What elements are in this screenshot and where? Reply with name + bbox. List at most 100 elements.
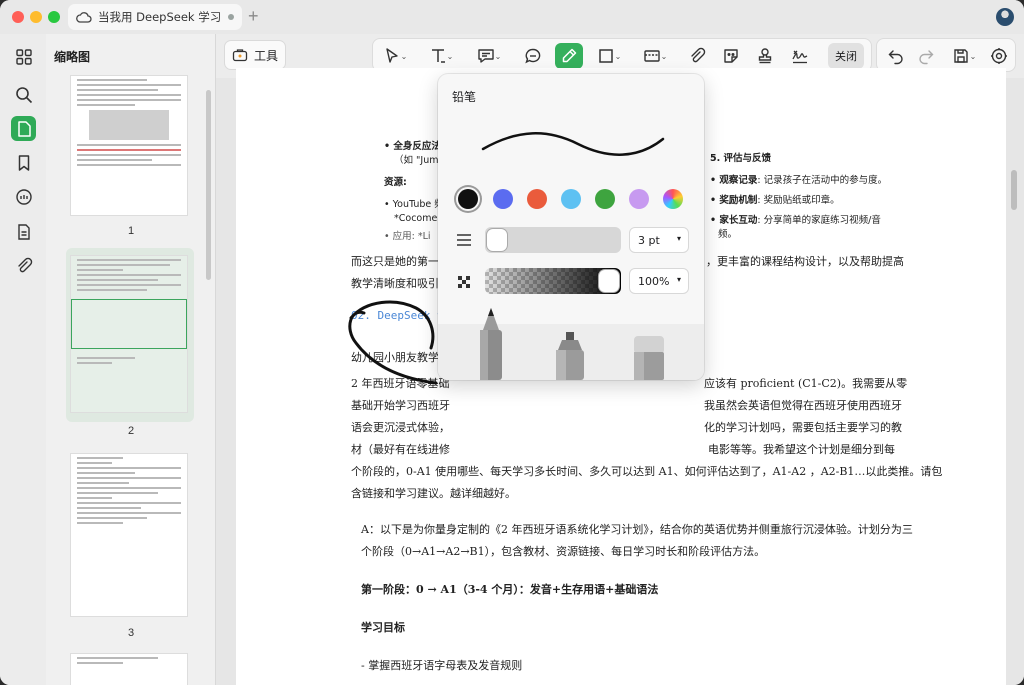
pencil-tool-button[interactable] — [555, 43, 583, 69]
redo-icon — [919, 50, 934, 65]
document-tab[interactable]: 当我用 DeepSeek 学习 — [68, 4, 242, 30]
opacity-icon — [458, 276, 470, 288]
area-tool-button[interactable]: ⌄ — [635, 43, 675, 69]
doc-text-line: 而这只是她的第一次 — [351, 255, 450, 268]
doc-text-line: 电影等等。我希望这个计划是细分到每 — [708, 443, 895, 456]
chevron-down-icon: ⌄ — [494, 51, 502, 61]
pencil-icon[interactable] — [478, 306, 504, 380]
chevron-down-icon: ⌄ — [614, 51, 622, 61]
thickness-select[interactable]: 3 pt ▾ — [629, 227, 689, 253]
redo-button[interactable] — [913, 43, 939, 69]
area-icon — [643, 50, 660, 62]
tools-button[interactable]: 工具 — [224, 40, 286, 70]
comment-tool-button[interactable] — [519, 43, 547, 69]
color-swatch-green[interactable] — [595, 189, 615, 209]
cloud-icon — [76, 12, 92, 23]
color-swatch-orange[interactable] — [527, 189, 547, 209]
speech-bubble-icon — [525, 48, 541, 64]
eraser-icon[interactable] — [632, 334, 666, 380]
stamp-tool-button[interactable] — [751, 43, 779, 69]
chevron-down-icon: ⌄ — [400, 51, 408, 61]
bookmark-icon[interactable] — [13, 152, 35, 174]
signature-tool-button[interactable] — [785, 43, 815, 69]
doc-text-line: 含链接和学习建议。越详细越好。 — [351, 487, 516, 500]
opacity-select[interactable]: 100% ▾ — [629, 268, 689, 294]
pen-tray — [438, 308, 704, 380]
doc-text-line: • 观察记录: 记录孩子在活动中的参与度。 — [710, 175, 888, 186]
thickness-icon — [457, 234, 471, 246]
doc-text-line: 个阶段（0→A1→A2→B1），包含教材、资源链接、每日学习时长和阶段评估方法。 — [361, 545, 766, 558]
thumbnail-page-number: 3 — [127, 627, 135, 639]
save-button[interactable]: ⌄ — [947, 43, 981, 69]
document-icon[interactable] — [11, 116, 36, 141]
left-icon-bar — [0, 34, 46, 685]
text-tool-button[interactable]: ⌄ — [423, 43, 459, 69]
shape-tool-button[interactable]: ⌄ — [591, 43, 627, 69]
unsaved-dot-icon — [228, 14, 234, 20]
doc-text-line: 个阶段的，0-A1 使用哪些、每天学习多长时间、多久可以达到 A1、如何评估达到… — [351, 465, 943, 478]
doc-text-line: • 家长互动: 分享简单的家庭练习视频/音 — [710, 215, 881, 226]
sticker-icon — [724, 49, 738, 63]
color-swatch-purple[interactable] — [629, 189, 649, 209]
doc-text-line: 应该有 proficient (C1-C2)。我需要从零 — [704, 377, 908, 390]
thickness-slider[interactable] — [485, 227, 621, 253]
chevron-down-icon: ⌄ — [660, 51, 668, 61]
doc-text-line: - 掌握西班牙语字母表及发音规则 — [361, 659, 523, 672]
opacity-slider-knob[interactable] — [599, 270, 619, 292]
undo-button[interactable] — [883, 43, 909, 69]
doc-heading: 第一阶段：0 → A1（3-4 个月）：发音+生存用语+基础语法 — [361, 583, 659, 596]
right-toolbar: ⌄ — [876, 38, 1016, 72]
ai-assistant-button[interactable] — [985, 43, 1013, 69]
save-icon — [953, 49, 968, 63]
stroke-preview — [481, 132, 665, 156]
comment-icon[interactable] — [13, 186, 35, 208]
avatar[interactable] — [996, 8, 1014, 26]
new-tab-button[interactable]: + — [248, 6, 259, 26]
doc-text-line: 材（最好有在线进修 — [351, 443, 450, 456]
grid-icon[interactable] — [13, 46, 35, 68]
color-picker-icon[interactable] — [663, 189, 683, 209]
color-swatch-light-blue[interactable] — [561, 189, 581, 209]
minimize-window-button[interactable] — [30, 11, 42, 23]
thumbnail-page-2[interactable] — [71, 256, 187, 412]
paperclip-icon — [691, 47, 706, 63]
stamp-icon — [758, 48, 772, 64]
attach-tool-button[interactable] — [683, 43, 711, 69]
sticker-tool-button[interactable] — [717, 43, 745, 69]
document-scrollbar[interactable] — [1011, 170, 1017, 210]
toolbox-icon — [232, 49, 248, 62]
attachment-icon[interactable] — [13, 255, 35, 277]
doc-heading: 5. 评估与反馈 — [710, 153, 772, 164]
text-icon — [431, 49, 445, 63]
app-window: 当我用 DeepSeek 学习 + 缩略图 1 2 3 工具 ⌄ ⌄ ⌄ ⌄ ⌄… — [0, 0, 1024, 685]
close-window-button[interactable] — [12, 11, 24, 23]
thumbnail-panel: 缩略图 1 2 3 — [46, 34, 216, 685]
thumbnail-page-number: 1 — [127, 225, 135, 237]
select-tool-button[interactable]: ⌄ — [377, 43, 413, 69]
note-tool-button[interactable]: ⌄ — [469, 43, 509, 69]
doc-text-line: 化的学习计划吗，需要包括主要学习的教 — [704, 421, 902, 434]
chevron-down-icon: ⌄ — [446, 51, 454, 61]
chevron-down-icon: ⌄ — [969, 51, 977, 61]
doc-text-line: • 奖励机制: 奖励贴纸或印章。 — [710, 195, 840, 206]
doc-text-line: 我虽然会英语但觉得在西班牙使用西班牙 — [704, 399, 902, 412]
color-swatch-black[interactable] — [458, 189, 478, 209]
thickness-slider-knob[interactable] — [487, 229, 507, 251]
thumbnail-page-1[interactable] — [71, 76, 187, 215]
close-annotation-button[interactable]: 关闭 — [828, 43, 864, 69]
opacity-slider[interactable] — [485, 268, 621, 294]
search-icon[interactable] — [13, 84, 35, 106]
thumbnail-page-4[interactable] — [71, 654, 187, 685]
color-swatch-blue[interactable] — [493, 189, 513, 209]
maximize-window-button[interactable] — [48, 11, 60, 23]
doc-text-line: • 应用: *Li — [384, 231, 431, 242]
undo-icon — [888, 50, 903, 65]
thumbnail-page-3[interactable] — [71, 454, 187, 616]
page-icon[interactable] — [13, 221, 35, 243]
marker-icon[interactable] — [554, 330, 586, 380]
thumbnail-scrollbar[interactable] — [206, 90, 211, 280]
thumbnail-panel-title: 缩略图 — [54, 50, 91, 64]
title-bar: 当我用 DeepSeek 学习 + — [0, 0, 1024, 34]
thickness-value: 3 pt — [638, 233, 660, 247]
thumbnail-page-number: 2 — [127, 425, 135, 437]
